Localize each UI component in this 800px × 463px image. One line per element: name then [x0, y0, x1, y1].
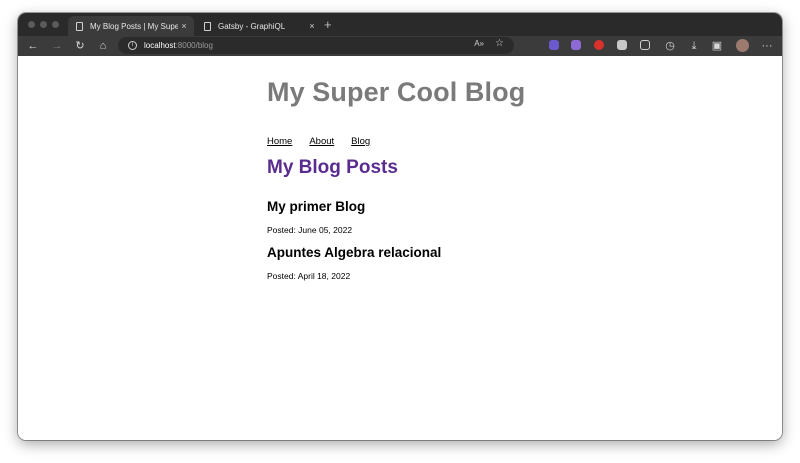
more-icon[interactable]: ··· [760, 39, 774, 53]
window-maximize-dot[interactable] [52, 21, 59, 28]
address-bar[interactable]: i localhost :8000/blog A» ☆ [118, 37, 514, 54]
page-content: My Super Cool Blog Home About Blog My Bl… [18, 56, 782, 440]
tab-title: My Blog Posts | My Super Coo [90, 21, 178, 31]
nav-link-about[interactable]: About [309, 136, 334, 147]
tab-graphiql[interactable]: Gatsby - GraphiQL × [196, 16, 322, 36]
tab-title: Gatsby - GraphiQL [218, 21, 286, 31]
forward-icon[interactable]: → [50, 39, 64, 53]
site-nav: Home About Blog [267, 136, 387, 147]
url-path: :8000/blog [175, 41, 213, 50]
post-date: Posted: April 18, 2022 [267, 271, 351, 281]
window-close-dot[interactable] [28, 21, 35, 28]
new-tab-button[interactable]: + [324, 18, 332, 32]
site-info-icon[interactable]: i [128, 41, 137, 50]
extension-icon[interactable] [594, 40, 604, 50]
window-minimize-dot[interactable] [40, 21, 47, 28]
back-icon[interactable]: ← [26, 39, 40, 53]
history-icon[interactable]: ◷ [663, 39, 677, 53]
tab-close-button[interactable]: × [178, 21, 190, 31]
post-title: My primer Blog [267, 199, 366, 214]
nav-link-home[interactable]: Home [267, 136, 292, 147]
extension-icon[interactable] [571, 40, 581, 50]
browser-toolbar: ← → ↻ ⌂ i localhost :8000/blog A» ☆ ◷ ⤓ … [18, 36, 782, 57]
url-host: localhost [144, 41, 176, 50]
home-icon[interactable]: ⌂ [96, 39, 110, 53]
page-icon [204, 21, 211, 31]
add-favorite-icon[interactable]: ☆ [495, 38, 504, 49]
downloads-icon[interactable]: ⤓ [687, 39, 701, 53]
browser-window: My Blog Posts | My Super Coo × Gatsby - … [18, 13, 782, 440]
screenshot-icon[interactable]: ▣ [710, 39, 724, 53]
extensions-icon[interactable] [640, 40, 650, 50]
page-heading: My Blog Posts [267, 157, 398, 178]
profile-avatar[interactable] [736, 39, 749, 52]
tab-close-button[interactable]: × [306, 21, 318, 31]
nav-link-blog[interactable]: Blog [351, 136, 370, 147]
read-aloud-icon[interactable]: A» [474, 39, 484, 48]
post-title: Apuntes Algebra relacional [267, 245, 442, 260]
refresh-icon[interactable]: ↻ [73, 39, 87, 53]
post-date: Posted: June 05, 2022 [267, 225, 353, 235]
extension-icon[interactable] [549, 40, 559, 50]
site-title: My Super Cool Blog [267, 77, 526, 107]
page-icon [76, 21, 83, 31]
extension-icon[interactable] [617, 40, 627, 50]
tab-blog-posts[interactable]: My Blog Posts | My Super Coo × [68, 16, 194, 36]
tab-strip: My Blog Posts | My Super Coo × Gatsby - … [18, 13, 782, 36]
